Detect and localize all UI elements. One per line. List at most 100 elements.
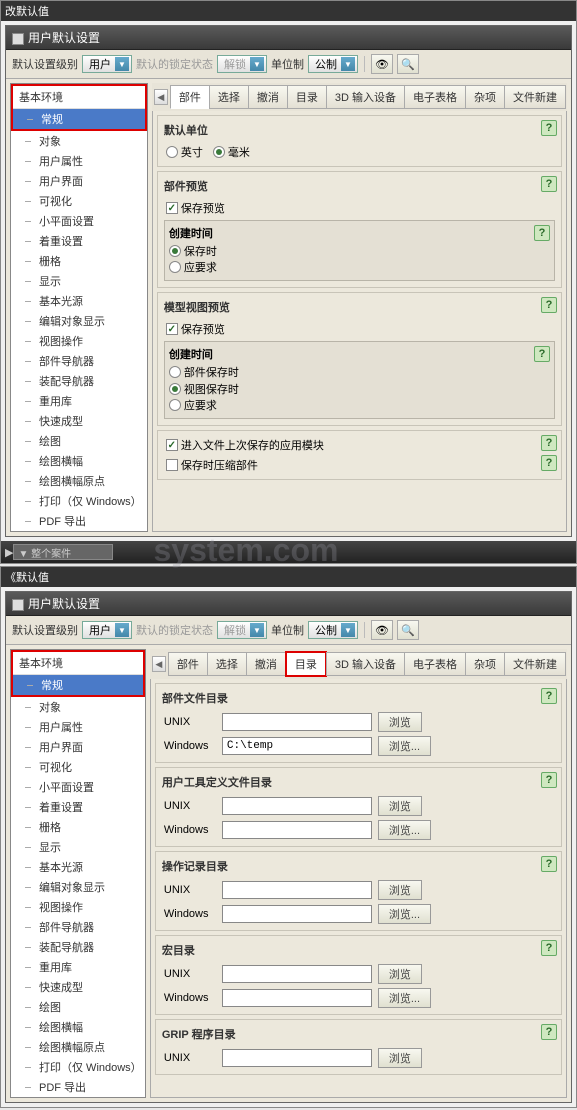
tool-icon-2[interactable]: 🔍 (397, 620, 419, 640)
tree-item[interactable]: 栅格 (11, 817, 145, 837)
tree-item[interactable]: 对象 (11, 697, 145, 717)
tab-parts[interactable]: 部件 (168, 652, 208, 676)
lock-combo[interactable]: 解锁▼ (217, 55, 267, 73)
level-combo[interactable]: 用户▼ (82, 621, 132, 639)
tree-item[interactable]: 基本光源 (11, 291, 147, 311)
tree-item[interactable]: 重用库 (11, 957, 145, 977)
help-icon[interactable]: ? (534, 346, 550, 362)
tree-item-selected[interactable]: 常规 (13, 109, 145, 129)
tree-item[interactable]: 着重设置 (11, 231, 147, 251)
tree-item[interactable]: 显示 (11, 271, 147, 291)
tree-item[interactable]: 装配导航器 (11, 371, 147, 391)
tree-item[interactable]: 着重设置 (11, 797, 145, 817)
tab-undo[interactable]: 撤消 (248, 85, 288, 109)
unix-input[interactable] (222, 1049, 372, 1067)
unix-input[interactable] (222, 713, 372, 731)
help-icon[interactable]: ? (541, 120, 557, 136)
unix-input[interactable] (222, 965, 372, 983)
tab-new[interactable]: 文件新建 (504, 85, 566, 109)
tree-item[interactable]: 用户属性 (11, 151, 147, 171)
radio-on-demand2[interactable]: 应要求 (169, 397, 217, 413)
tree-item[interactable]: PDF 导出 (11, 511, 147, 531)
tab-misc[interactable]: 杂项 (465, 85, 505, 109)
tree-item[interactable]: 基本光源 (11, 857, 145, 877)
tree-header[interactable]: 基本环境 (13, 86, 145, 109)
radio-inch[interactable]: 英寸 (166, 144, 203, 160)
browse-button[interactable]: 浏览... (378, 904, 431, 924)
help-icon[interactable]: ? (541, 688, 557, 704)
radio-on-save[interactable]: 保存时 (169, 243, 217, 259)
help-icon[interactable]: ? (541, 297, 557, 313)
help-icon[interactable]: ? (541, 176, 557, 192)
help-icon[interactable]: ? (541, 435, 557, 451)
tab-misc[interactable]: 杂项 (465, 652, 505, 676)
windows-input[interactable] (222, 989, 372, 1007)
windows-input[interactable] (222, 737, 372, 755)
tab-parts[interactable]: 部件 (170, 85, 210, 109)
tree-item[interactable]: 绘图 (11, 997, 145, 1017)
check-enter-last[interactable]: ✓进入文件上次保存的应用模块 (166, 437, 324, 453)
browse-button[interactable]: 浏览... (378, 736, 431, 756)
help-icon[interactable]: ? (541, 1024, 557, 1040)
help-icon[interactable]: ? (541, 455, 557, 471)
check-compress[interactable]: 保存时压缩部件 (166, 457, 258, 473)
browse-button[interactable]: 浏览 (378, 880, 422, 900)
tree-item[interactable]: 绘图横幅 (11, 451, 147, 471)
lock-combo[interactable]: 解锁▼ (217, 621, 267, 639)
help-icon[interactable]: ? (541, 940, 557, 956)
help-icon[interactable]: ? (541, 856, 557, 872)
browse-button[interactable]: 浏览 (378, 964, 422, 984)
tree-item[interactable]: 快速成型 (11, 411, 147, 431)
tree-item[interactable]: 小平面设置 (11, 211, 147, 231)
tab-scroll-left[interactable]: ◀ (152, 656, 166, 672)
tab-scroll-left[interactable]: ◀ (154, 89, 168, 105)
tab-dir[interactable]: 目录 (285, 651, 327, 677)
tree-item-selected[interactable]: 常规 (13, 675, 143, 695)
tree-item[interactable]: 绘图横幅 (11, 1017, 145, 1037)
tool-icon-1[interactable]: 👁 (371, 54, 393, 74)
radio-view-save[interactable]: 视图保存时 (169, 381, 239, 397)
unix-input[interactable] (222, 881, 372, 899)
browse-button[interactable]: 浏览... (378, 988, 431, 1008)
tree-item[interactable]: 显示 (11, 837, 145, 857)
tree-item[interactable]: 用户界面 (11, 737, 145, 757)
unix-input[interactable] (222, 797, 372, 815)
browse-button[interactable]: 浏览 (378, 796, 422, 816)
tab-sheet[interactable]: 电子表格 (404, 85, 466, 109)
tree-item[interactable]: 视图操作 (11, 331, 147, 351)
browse-button[interactable]: 浏览 (378, 1048, 422, 1068)
tree-item[interactable]: 打印（仅 Windows） (11, 491, 147, 511)
tree-item[interactable]: 小平面设置 (11, 777, 145, 797)
bottom-combo[interactable]: ▼ 整个案件 (13, 544, 113, 560)
tree-item[interactable]: 可视化 (11, 757, 145, 777)
tab-undo[interactable]: 撤消 (246, 652, 286, 676)
browse-button[interactable]: 浏览 (378, 712, 422, 732)
tree-item[interactable]: PDF 导出 (11, 1077, 145, 1097)
check-save-preview2[interactable]: ✓保存预览 (166, 321, 225, 337)
windows-input[interactable] (222, 821, 372, 839)
tree-item[interactable]: 对象 (11, 131, 147, 151)
tree-item[interactable]: 编辑对象显示 (11, 877, 145, 897)
help-icon[interactable]: ? (541, 772, 557, 788)
tree-item[interactable]: 用户属性 (11, 717, 145, 737)
tree-item[interactable]: 打印（仅 Windows） (11, 1057, 145, 1077)
unit-combo[interactable]: 公制▼ (308, 55, 358, 73)
tree-item[interactable]: 部件导航器 (11, 351, 147, 371)
tree-item[interactable]: 编辑对象显示 (11, 311, 147, 331)
check-save-preview[interactable]: ✓保存预览 (166, 200, 225, 216)
tab-3d[interactable]: 3D 输入设备 (326, 652, 405, 676)
tree-item[interactable]: 快速成型 (11, 977, 145, 997)
radio-on-demand[interactable]: 应要求 (169, 259, 217, 275)
tree-item[interactable]: 可视化 (11, 191, 147, 211)
tree-item[interactable]: 装配导航器 (11, 937, 145, 957)
tab-sheet[interactable]: 电子表格 (404, 652, 466, 676)
tab-new[interactable]: 文件新建 (504, 652, 566, 676)
help-icon[interactable]: ? (534, 225, 550, 241)
tree-item[interactable]: 绘图 (11, 431, 147, 451)
tool-icon-1[interactable]: 👁 (371, 620, 393, 640)
level-combo[interactable]: 用户▼ (82, 55, 132, 73)
unit-combo[interactable]: 公制▼ (308, 621, 358, 639)
tool-icon-2[interactable]: 🔍 (397, 54, 419, 74)
radio-mm[interactable]: 毫米 (213, 144, 250, 160)
tree-item[interactable]: 绘图横幅原点 (11, 1037, 145, 1057)
